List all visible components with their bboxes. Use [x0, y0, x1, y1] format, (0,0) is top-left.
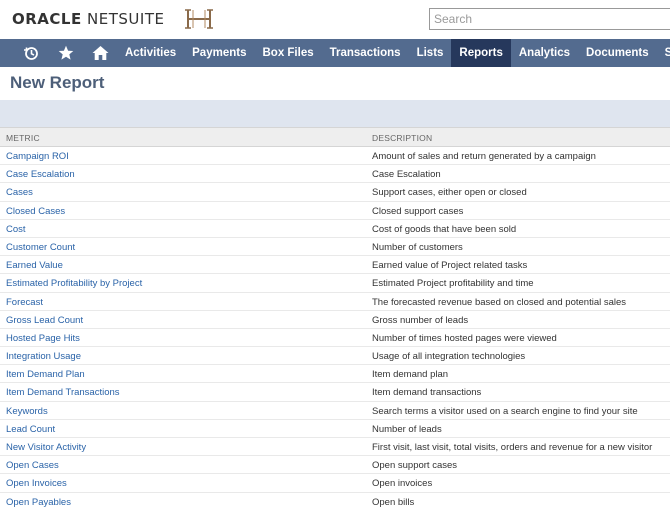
metric-description: First visit, last visit, total visits, o…: [372, 442, 653, 453]
metric-description: Search terms a visitor used on a search …: [372, 405, 638, 417]
metric-link[interactable]: Keywords: [6, 406, 48, 417]
table-row: Integration Usage Usage of all integratio…: [0, 347, 670, 366]
table-row: Forecast The forecasted revenue based on …: [0, 293, 670, 311]
metric-description: Case Escalation: [372, 169, 441, 181]
metric-link[interactable]: Estimated Profitability by Project: [6, 278, 142, 289]
metric-link[interactable]: New Visitor Activity: [6, 442, 86, 453]
table-row: Open Payables Open bills: [0, 493, 670, 510]
metric-description: Number of customers: [372, 241, 463, 253]
table-row: Open Cases Open support cases: [0, 456, 670, 475]
recent-records-button[interactable]: [13, 39, 49, 67]
top-bar: ORACLE NETSUITE: [0, 0, 670, 39]
nav-box-files[interactable]: Box Files: [254, 39, 321, 67]
metric-link[interactable]: Item Demand Plan: [6, 369, 85, 380]
netsuite-logo[interactable]: ORACLE NETSUITE: [12, 10, 164, 28]
metric-description: Gross number of leads: [372, 314, 469, 326]
metric-link[interactable]: Open Cases: [6, 460, 59, 471]
table-row: Campaign ROI Amount of sales and return g…: [0, 147, 670, 166]
column-header-description: DESCRIPTION: [372, 133, 433, 143]
table-row: New Visitor Activity First visit, last vi…: [0, 438, 670, 457]
metric-description: Closed support cases: [372, 205, 464, 217]
nav-activities[interactable]: Activities: [117, 39, 184, 67]
metric-link[interactable]: Closed Cases: [6, 206, 65, 217]
table-row: Closed Cases Closed support cases: [0, 202, 670, 220]
metric-link[interactable]: Forecast: [6, 297, 43, 308]
table-row: Cost Cost of goods that have been sold: [0, 220, 670, 238]
metrics-table: Campaign ROI Amount of sales and return g…: [0, 147, 670, 510]
recent-icon: [24, 47, 38, 60]
metric-description: Open bills: [372, 496, 415, 508]
nav-transactions[interactable]: Transactions: [322, 39, 409, 67]
logo-net-text: NET: [87, 10, 119, 28]
metric-link[interactable]: Cases: [6, 187, 33, 198]
metric-link[interactable]: Item Demand Transactions: [6, 387, 120, 398]
metric-description: Amount of sales and return generated by …: [372, 151, 596, 162]
nav-lists[interactable]: Lists: [409, 39, 452, 67]
page-title: New Report: [10, 73, 105, 92]
table-row: Cases Support cases, either open or close…: [0, 183, 670, 202]
table-row: Lead Count Number of leads: [0, 420, 670, 438]
table-row: Item Demand Transactions Item demand tran…: [0, 383, 670, 402]
metric-description: The forecasted revenue based on closed a…: [372, 296, 627, 308]
metric-link[interactable]: Earned Value: [6, 260, 63, 271]
metric-description: Earned value of Project related tasks: [372, 260, 528, 272]
logo-suite-text: SUITE: [118, 10, 165, 28]
logo-oracle-text: ORACLE: [12, 10, 82, 28]
nav-documents[interactable]: Documents: [578, 39, 657, 67]
nav-payments[interactable]: Payments: [184, 39, 254, 67]
metric-description: Item demand transactions: [372, 387, 482, 399]
table-row: Customer Count Number of customers: [0, 238, 670, 257]
star-icon: [58, 45, 74, 60]
metric-description: Open invoices: [372, 478, 433, 490]
shortcuts-button[interactable]: [49, 39, 83, 67]
table-row: Case Escalation Case Escalation: [0, 165, 670, 184]
company-logo-icon: [185, 9, 213, 29]
metric-description: Cost of goods that have been sold: [372, 223, 517, 235]
metric-link[interactable]: Open Payables: [6, 497, 71, 508]
nav-setup[interactable]: Setup: [657, 39, 670, 67]
metric-description: Estimated Project profitability and time: [372, 278, 534, 290]
table-row: Item Demand Plan Item demand plan: [0, 365, 670, 384]
metric-description: Support cases, either open or closed: [372, 187, 527, 199]
main-nav-bar: Activities Payments Box Files Transactio…: [0, 39, 670, 67]
metric-link[interactable]: Customer Count: [6, 242, 75, 253]
table-row: Keywords Search terms a visitor used on a…: [0, 402, 670, 420]
table-header: METRIC DESCRIPTION: [0, 127, 670, 147]
metric-link[interactable]: Lead Count: [6, 424, 55, 435]
metric-description: Item demand plan: [372, 369, 449, 381]
table-row: Open Invoices Open invoices: [0, 474, 670, 493]
metric-description: Open support cases: [372, 460, 458, 472]
table-row: Hosted Page Hits Number of times hosted p…: [0, 329, 670, 348]
metric-link[interactable]: Open Invoices: [6, 478, 67, 489]
nav-reports[interactable]: Reports: [451, 39, 511, 67]
metric-link[interactable]: Campaign ROI: [6, 151, 69, 162]
metric-link[interactable]: Cost: [6, 224, 26, 235]
metric-description: Usage of all integration technologies: [372, 351, 526, 363]
table-row: Earned Value Earned value of Project rela…: [0, 256, 670, 275]
nav-analytics[interactable]: Analytics: [511, 39, 578, 67]
table-row: Estimated Profitability by Project Estima…: [0, 274, 670, 293]
table-row: Gross Lead Count Gross number of leads: [0, 311, 670, 329]
global-search-input[interactable]: [429, 8, 670, 30]
metric-description: Number of times hosted pages were viewed: [372, 332, 557, 344]
metric-link[interactable]: Case Escalation: [6, 169, 75, 180]
home-button[interactable]: [83, 39, 117, 67]
title-band: [0, 100, 670, 127]
home-icon: [92, 46, 108, 60]
column-header-metric: METRIC: [6, 133, 40, 143]
metric-description: Number of leads: [372, 423, 442, 435]
metric-link[interactable]: Gross Lead Count: [6, 315, 83, 326]
metric-link[interactable]: Hosted Page Hits: [6, 333, 80, 344]
metric-link[interactable]: Integration Usage: [6, 351, 81, 362]
